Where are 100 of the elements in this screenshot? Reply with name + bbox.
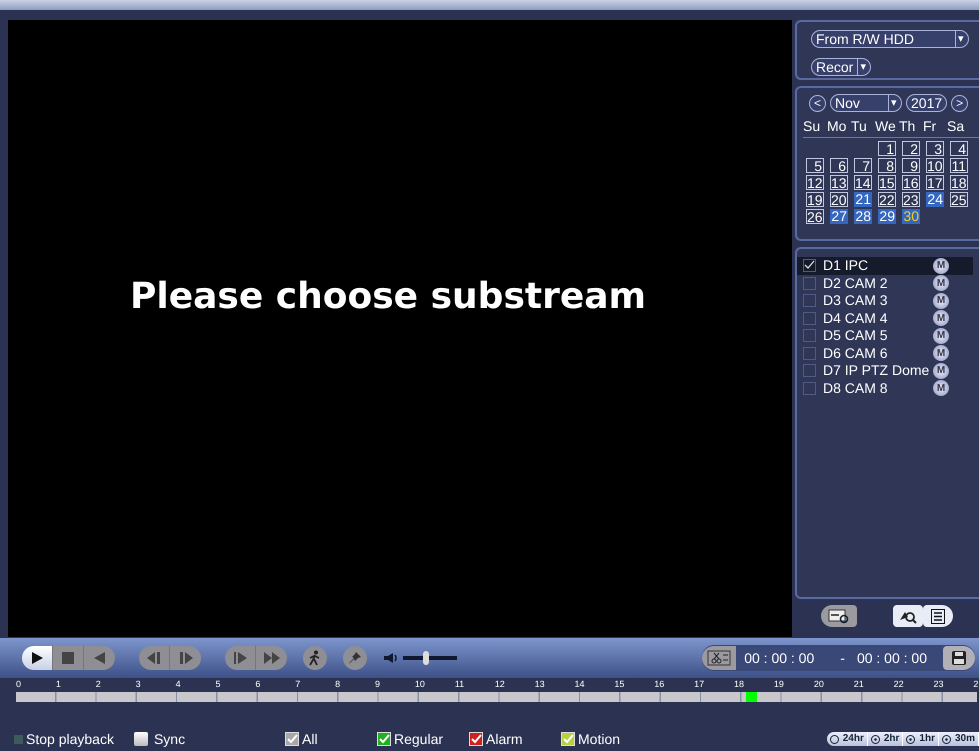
channel-checkbox[interactable]: [803, 259, 816, 272]
reverse-play-icon: [92, 651, 106, 665]
card-search-icon: [828, 608, 850, 624]
hour-label: 20: [814, 679, 824, 689]
walking-person-icon: [308, 650, 322, 666]
hour-label: 13: [534, 679, 545, 689]
channel-row[interactable]: D2 CAM 2 M: [797, 274, 973, 292]
channel-label: D2 CAM 2: [823, 274, 889, 293]
channel-checkbox[interactable]: [803, 346, 816, 360]
filter-label: Motion: [578, 730, 620, 748]
timeline-bar[interactable]: [16, 692, 977, 702]
calendar-day[interactable]: 27: [830, 209, 848, 224]
stop-indicator[interactable]: [14, 734, 23, 744]
hour-label: 3: [136, 679, 141, 689]
channel-label: D8 CAM 8: [823, 378, 889, 398]
calendar-day[interactable]: 14: [854, 175, 872, 190]
calendar-day[interactable]: 23: [902, 192, 920, 207]
calendar-day[interactable]: 18: [950, 175, 968, 190]
hour-label: 7: [295, 679, 300, 689]
channel-checkbox[interactable]: [803, 364, 816, 378]
calendar-day[interactable]: 13: [830, 175, 848, 190]
calendar-day[interactable]: 6: [830, 158, 848, 173]
zoom-button[interactable]: 2hr: [868, 732, 904, 746]
channel-row[interactable]: D8 CAM 8 M: [797, 380, 973, 397]
calendar-day[interactable]: 22: [878, 192, 896, 207]
channel-label: D4 CAM 4: [823, 308, 889, 328]
calendar-day[interactable]: 5: [806, 158, 824, 173]
motion-badge: M: [933, 258, 949, 274]
save-button[interactable]: [943, 646, 975, 670]
search-file-button[interactable]: [821, 605, 857, 627]
zoom-button[interactable]: 1hr: [903, 732, 939, 746]
mark-button[interactable]: [343, 646, 367, 670]
calendar-day[interactable]: 30: [902, 209, 920, 224]
month-dropdown[interactable]: Nov ▾: [830, 94, 902, 112]
calendar-day[interactable]: 8: [878, 158, 896, 173]
weekday-label: Su: [803, 117, 822, 136]
calendar-day[interactable]: 4: [950, 141, 968, 156]
channel-row[interactable]: D6 CAM 6 M: [797, 344, 973, 362]
channel-checkbox[interactable]: [803, 276, 816, 290]
calendar-day[interactable]: 26: [806, 209, 824, 224]
zoom-button[interactable]: 24hr: [826, 732, 868, 746]
calendar-day[interactable]: 21: [854, 192, 872, 207]
hour-label: 2: [973, 679, 978, 689]
weekday-label: Th: [899, 117, 916, 136]
channel-checkbox[interactable]: [803, 294, 816, 308]
next-month-button[interactable]: >: [951, 94, 968, 112]
filter-label: Alarm: [486, 730, 523, 748]
hour-label: 14: [574, 679, 584, 689]
calendar-day[interactable]: 25: [950, 192, 968, 207]
channel-row[interactable]: D5 CAM 5 M: [797, 327, 973, 344]
filter-checkbox[interactable]: [377, 732, 391, 746]
filter-checkbox[interactable]: [561, 732, 575, 746]
motion-badge: M: [933, 275, 949, 292]
calendar-day[interactable]: 7: [854, 158, 872, 173]
zoom-button[interactable]: 30m: [938, 732, 979, 746]
volume-thumb[interactable]: [423, 651, 430, 665]
previous-month-button[interactable]: <: [809, 94, 826, 112]
hour-label: 10: [414, 679, 425, 689]
calendar-day[interactable]: 15: [878, 175, 896, 190]
motion-badge: M: [933, 292, 949, 309]
recording-segment: [746, 692, 757, 702]
hour-label: 12: [494, 679, 505, 689]
source-dropdown[interactable]: From R/W HDD ▾: [811, 30, 969, 48]
channel-checkbox[interactable]: [803, 312, 816, 325]
filter-checkbox[interactable]: [285, 732, 299, 746]
calendar-day[interactable]: 28: [854, 209, 872, 224]
record-type-dropdown[interactable]: Recor ▾: [811, 58, 872, 76]
list-icon: [931, 608, 945, 624]
calendar-day[interactable]: 9: [902, 158, 920, 173]
calendar-day[interactable]: 1: [878, 141, 896, 156]
calendar-day[interactable]: 20: [830, 192, 848, 207]
calendar-day[interactable]: 19: [806, 192, 824, 207]
calendar-day[interactable]: 17: [926, 175, 944, 190]
calendar-day[interactable]: 10: [926, 158, 944, 173]
calendar-day[interactable]: 12: [806, 175, 824, 190]
channel-row[interactable]: D7 IP PTZ Dome M: [797, 362, 973, 380]
smart-search-button[interactable]: [893, 605, 923, 627]
calendar-day[interactable]: 24: [926, 192, 944, 207]
motion-badge: M: [933, 328, 949, 344]
filter-checkbox[interactable]: [469, 732, 483, 746]
channel-row[interactable]: D3 CAM 3 M: [797, 292, 973, 310]
slow-play-icon: [232, 651, 248, 665]
calendar-day[interactable]: 3: [926, 141, 944, 156]
channel-checkbox[interactable]: [803, 382, 816, 395]
hour-label: 6: [255, 679, 260, 689]
play-button[interactable]: [22, 646, 53, 670]
year-field[interactable]: 2017: [906, 94, 948, 112]
hour-label: 15: [614, 679, 624, 689]
calendar-day[interactable]: 2: [902, 141, 920, 156]
channel-label: D1 IPC: [823, 256, 870, 276]
channel-row[interactable]: D4 CAM 4 M: [797, 310, 973, 327]
channel-checkbox[interactable]: [803, 329, 816, 342]
calendar-day[interactable]: 16: [902, 175, 920, 190]
file-list-button[interactable]: [923, 605, 953, 627]
channel-row[interactable]: D1 IPC M: [797, 257, 973, 274]
calendar-day[interactable]: 29: [878, 209, 896, 224]
calendar-day[interactable]: 11: [950, 158, 968, 173]
sync-checkbox[interactable]: [134, 732, 148, 746]
video-message: Please choose substream: [130, 275, 648, 319]
clip-button[interactable]: [702, 646, 736, 670]
